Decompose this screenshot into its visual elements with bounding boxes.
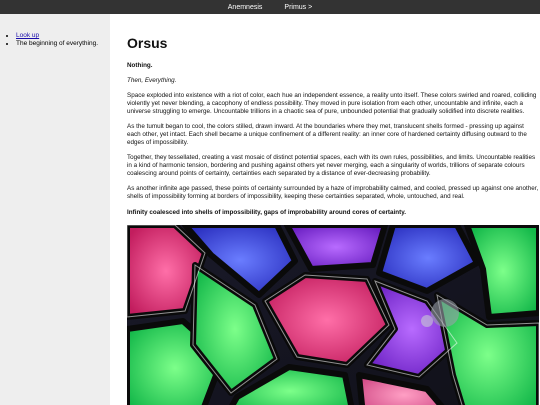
paragraph-space-exploded: Space exploded into existence with a rio… [127,92,537,116]
sidebar-item-beginning: The beginning of everything. [16,40,110,47]
sidebar-item-label: The beginning of everything. [16,40,99,47]
paragraph-nothing: Nothing. [127,61,153,69]
sidebar: Look up The beginning of everything. [0,14,110,405]
top-nav-bar: Anemnesis Primus > [0,0,540,14]
sidebar-item-look-up: Look up [16,32,110,39]
paragraph-then-everything: Then, Everything. [127,76,177,84]
tessellated-shells-artwork [127,224,539,405]
look-up-link[interactable]: Look up [16,32,39,39]
paragraph-tessellated: Together, they tessellated, creating a v… [127,154,536,178]
paragraph-infinity: Infinity coalesced into shells of imposs… [127,208,406,216]
sidebar-list: Look up The beginning of everything. [0,14,110,47]
paragraph-tumult: As the tumult began to cool, the colors … [127,123,527,147]
main-content: Orsus Nothing. Then, Everything. Space e… [127,14,539,405]
nav-link-primus[interactable]: Primus > [284,4,312,11]
paragraph-infinite-age: As another infinite age passed, these po… [127,185,539,201]
page-title: Orsus [127,35,168,51]
nav-link-anemnesis[interactable]: Anemnesis [228,4,263,11]
